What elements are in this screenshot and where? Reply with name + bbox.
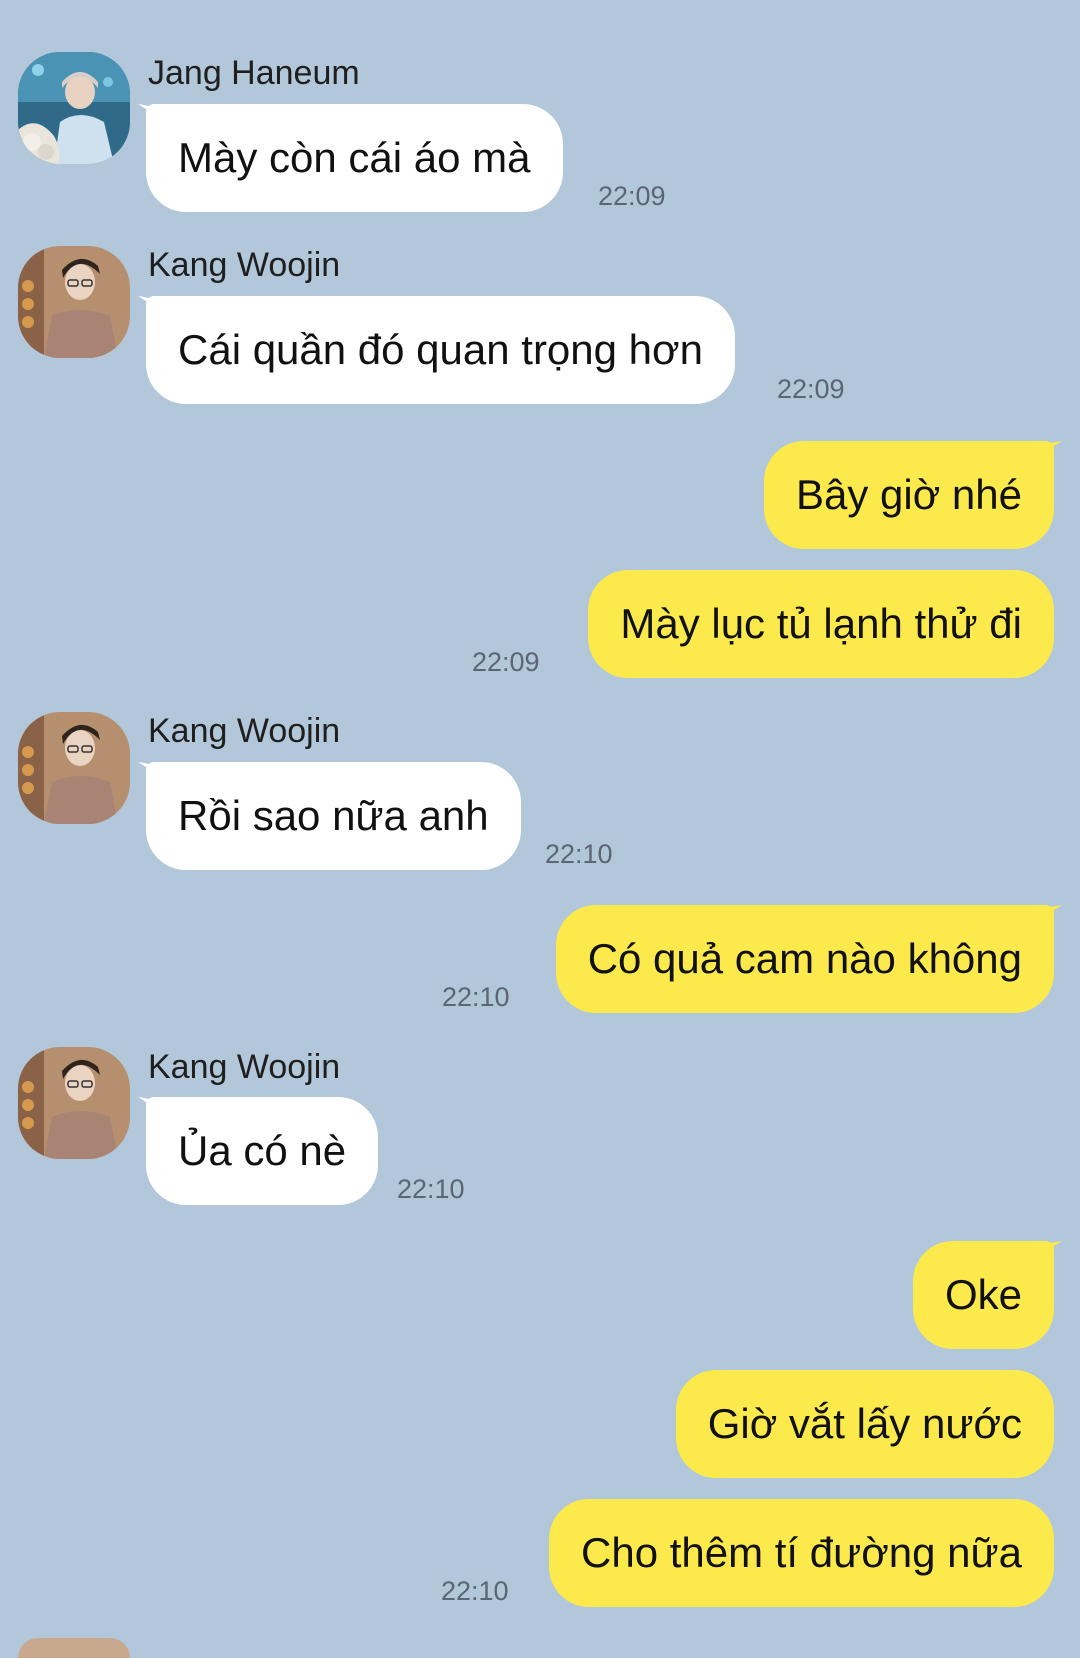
message-bubble-outgoing[interactable]: Mày lục tủ lạnh thử đi [588,570,1054,678]
message-time: 22:10 [442,982,510,1012]
avatar-jang-haneum[interactable] [18,52,130,164]
message-text: Cái quần đó quan trọng hơn [178,326,703,373]
message-bubble-incoming[interactable]: Mày còn cái áo mà [146,104,563,212]
message-time: 22:09 [598,181,666,211]
message-bubble-incoming[interactable]: Rồi sao nữa anh [146,762,521,870]
sender-name: Kang Woojin [148,246,341,284]
message-time: 22:10 [397,1174,465,1204]
sender-name: Jang Haneum [148,54,360,92]
message-bubble-incoming[interactable]: Ủa có nè [146,1097,379,1205]
chat-room[interactable]: Jang Haneum Mày còn cái áo mà 22:09 Kang… [0,0,1080,1658]
message-text: Mày còn cái áo mà [178,134,531,181]
avatar-kang-woojin[interactable] [18,712,130,824]
sender-name: Kang Woojin [148,1048,341,1086]
message-time: 22:10 [545,839,613,869]
message-bubble-outgoing[interactable]: Bây giờ nhé [763,441,1054,549]
message-time: 22:10 [441,1576,509,1606]
message-bubble-outgoing[interactable]: Giờ vắt lấy nước [675,1370,1054,1478]
message-bubble-outgoing[interactable]: Có quả cam nào không [555,905,1054,1013]
message-text: Giờ vắt lấy nước [707,1400,1022,1447]
message-time: 22:09 [777,374,845,404]
message-bubble-outgoing[interactable]: Cho thêm tí đường nữa [549,1499,1054,1607]
message-text: Cho thêm tí đường nữa [581,1529,1022,1576]
message-time: 22:09 [472,647,540,677]
message-text: Oke [944,1271,1022,1318]
message-text: Bây giờ nhé [795,471,1022,518]
message-text: Có quả cam nào không [587,935,1022,982]
avatar-kang-woojin[interactable] [18,1047,130,1159]
message-text: Rồi sao nữa anh [178,792,489,839]
message-text: Ủa có nè [178,1127,347,1174]
sender-name: Kang Woojin [148,712,341,750]
message-bubble-incoming[interactable]: Cái quần đó quan trọng hơn [146,296,735,404]
message-bubble-outgoing[interactable]: Oke [912,1241,1054,1349]
message-text: Mày lục tủ lạnh thử đi [620,600,1022,647]
avatar-kang-woojin[interactable] [18,246,130,358]
avatar-kang-woojin[interactable] [18,1638,130,1658]
